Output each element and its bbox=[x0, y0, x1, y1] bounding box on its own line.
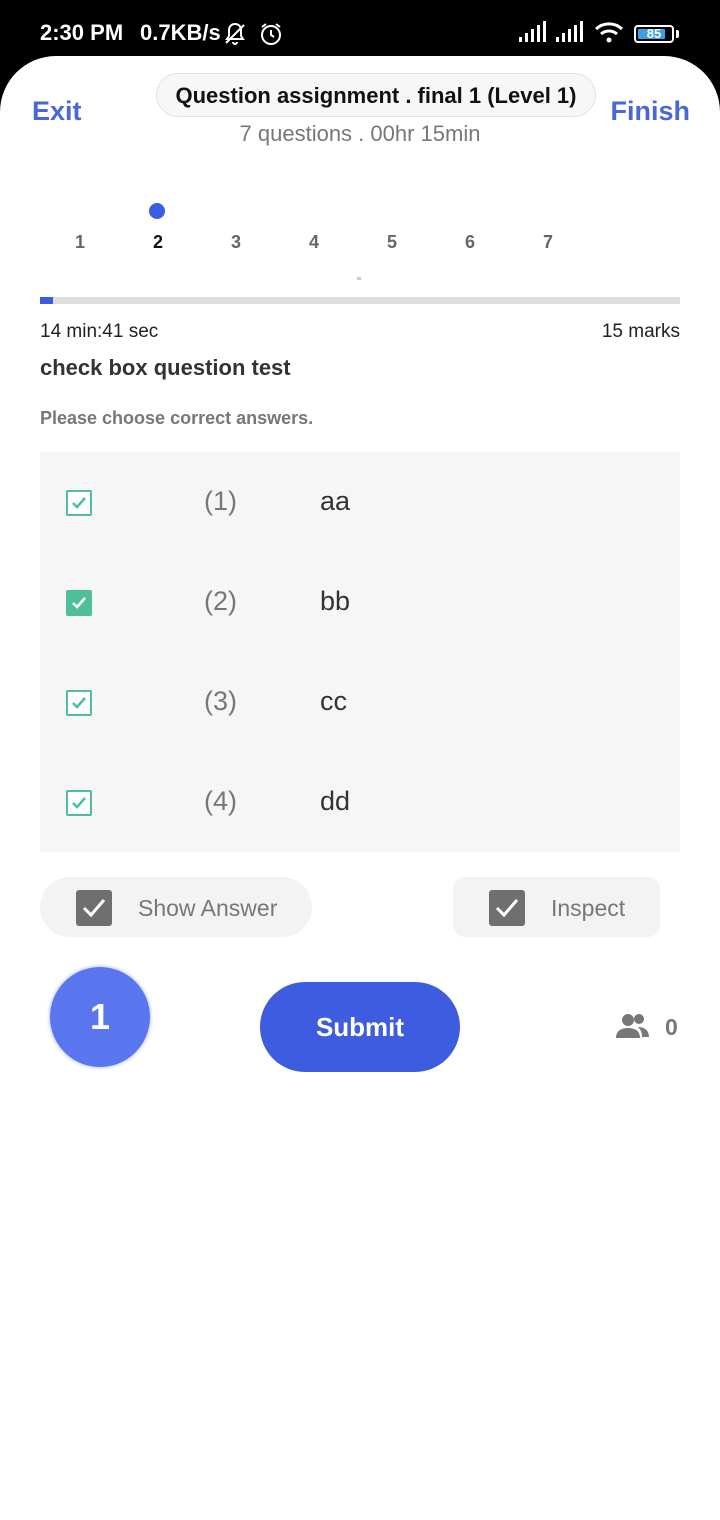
answer-option[interactable]: (4) dd bbox=[40, 752, 680, 852]
checkbox-checked-icon[interactable] bbox=[66, 790, 92, 816]
option-text: cc bbox=[320, 686, 347, 716]
progress-bar-fill bbox=[40, 297, 53, 304]
show-answer-label: Show Answer bbox=[138, 895, 278, 921]
battery-icon: 85 bbox=[634, 25, 674, 43]
checkbox-checked-icon[interactable] bbox=[66, 590, 92, 616]
inspect-label: Inspect bbox=[551, 895, 626, 921]
signal-icon bbox=[518, 21, 548, 48]
option-number: (3) bbox=[204, 686, 237, 716]
participants-count: 0 bbox=[665, 1014, 678, 1040]
progress-bar bbox=[40, 297, 680, 304]
option-text: dd bbox=[320, 786, 351, 816]
option-number: (2) bbox=[204, 586, 237, 616]
answer-option[interactable]: (3) cc bbox=[40, 652, 680, 752]
status-time: 2:30 PM bbox=[40, 20, 124, 45]
option-number: (4) bbox=[204, 786, 237, 816]
answer-options: (1) aa (2) bb (3) cc (4) dd bbox=[40, 452, 680, 852]
answer-option[interactable]: (2) bb bbox=[40, 552, 680, 652]
question-title: check box question test bbox=[40, 355, 291, 380]
question-timer: 14 min:41 sec bbox=[40, 321, 159, 342]
question-number-7[interactable]: 7 bbox=[528, 232, 568, 253]
checkbox-checked-icon[interactable] bbox=[66, 690, 92, 716]
battery-tip bbox=[676, 30, 679, 38]
question-hint: Please choose correct answers. bbox=[40, 408, 314, 428]
checkbox-checked-icon[interactable] bbox=[489, 890, 525, 926]
show-answer-toggle[interactable]: Show Answer bbox=[40, 877, 312, 937]
option-text: bb bbox=[320, 586, 351, 616]
question-number-3[interactable]: 3 bbox=[216, 232, 256, 253]
question-number-4[interactable]: 4 bbox=[294, 232, 334, 253]
inspect-toggle[interactable]: Inspect bbox=[453, 877, 660, 937]
question-count-badge[interactable]: 1 bbox=[50, 967, 150, 1067]
page-title: Question assignment . final 1 (Level 1) bbox=[156, 73, 596, 117]
option-text: aa bbox=[320, 486, 351, 516]
question-number-6[interactable]: 6 bbox=[450, 232, 490, 253]
assignment-subtitle: 7 questions . 00hr 15min bbox=[239, 121, 481, 146]
question-number-5[interactable]: 5 bbox=[372, 232, 412, 253]
question-number-1[interactable]: 1 bbox=[60, 232, 100, 253]
submit-button[interactable]: Submit bbox=[260, 982, 460, 1072]
question-number-2[interactable]: 2 bbox=[138, 232, 178, 253]
answer-option[interactable]: (1) aa bbox=[40, 452, 680, 552]
checkbox-checked-icon[interactable] bbox=[76, 890, 112, 926]
alarm-icon bbox=[258, 21, 284, 52]
question-navigator: 1 2 3 4 5 6 7 bbox=[40, 232, 600, 262]
checkbox-checked-icon[interactable] bbox=[66, 490, 92, 516]
bell-muted-icon bbox=[222, 21, 248, 52]
people-icon bbox=[614, 1012, 650, 1045]
network-speed: 0.7KB/s bbox=[140, 20, 221, 45]
question-marks: 15 marks bbox=[601, 321, 680, 342]
current-question-indicator bbox=[149, 203, 165, 219]
status-bar: 2:30 PM 0.7KB/s 85 bbox=[0, 0, 720, 60]
battery-level-text: 85 bbox=[646, 26, 662, 41]
option-number: (1) bbox=[204, 486, 237, 516]
signal-icon bbox=[555, 21, 585, 48]
wifi-icon bbox=[594, 21, 624, 48]
scroll-indicator bbox=[357, 277, 361, 280]
